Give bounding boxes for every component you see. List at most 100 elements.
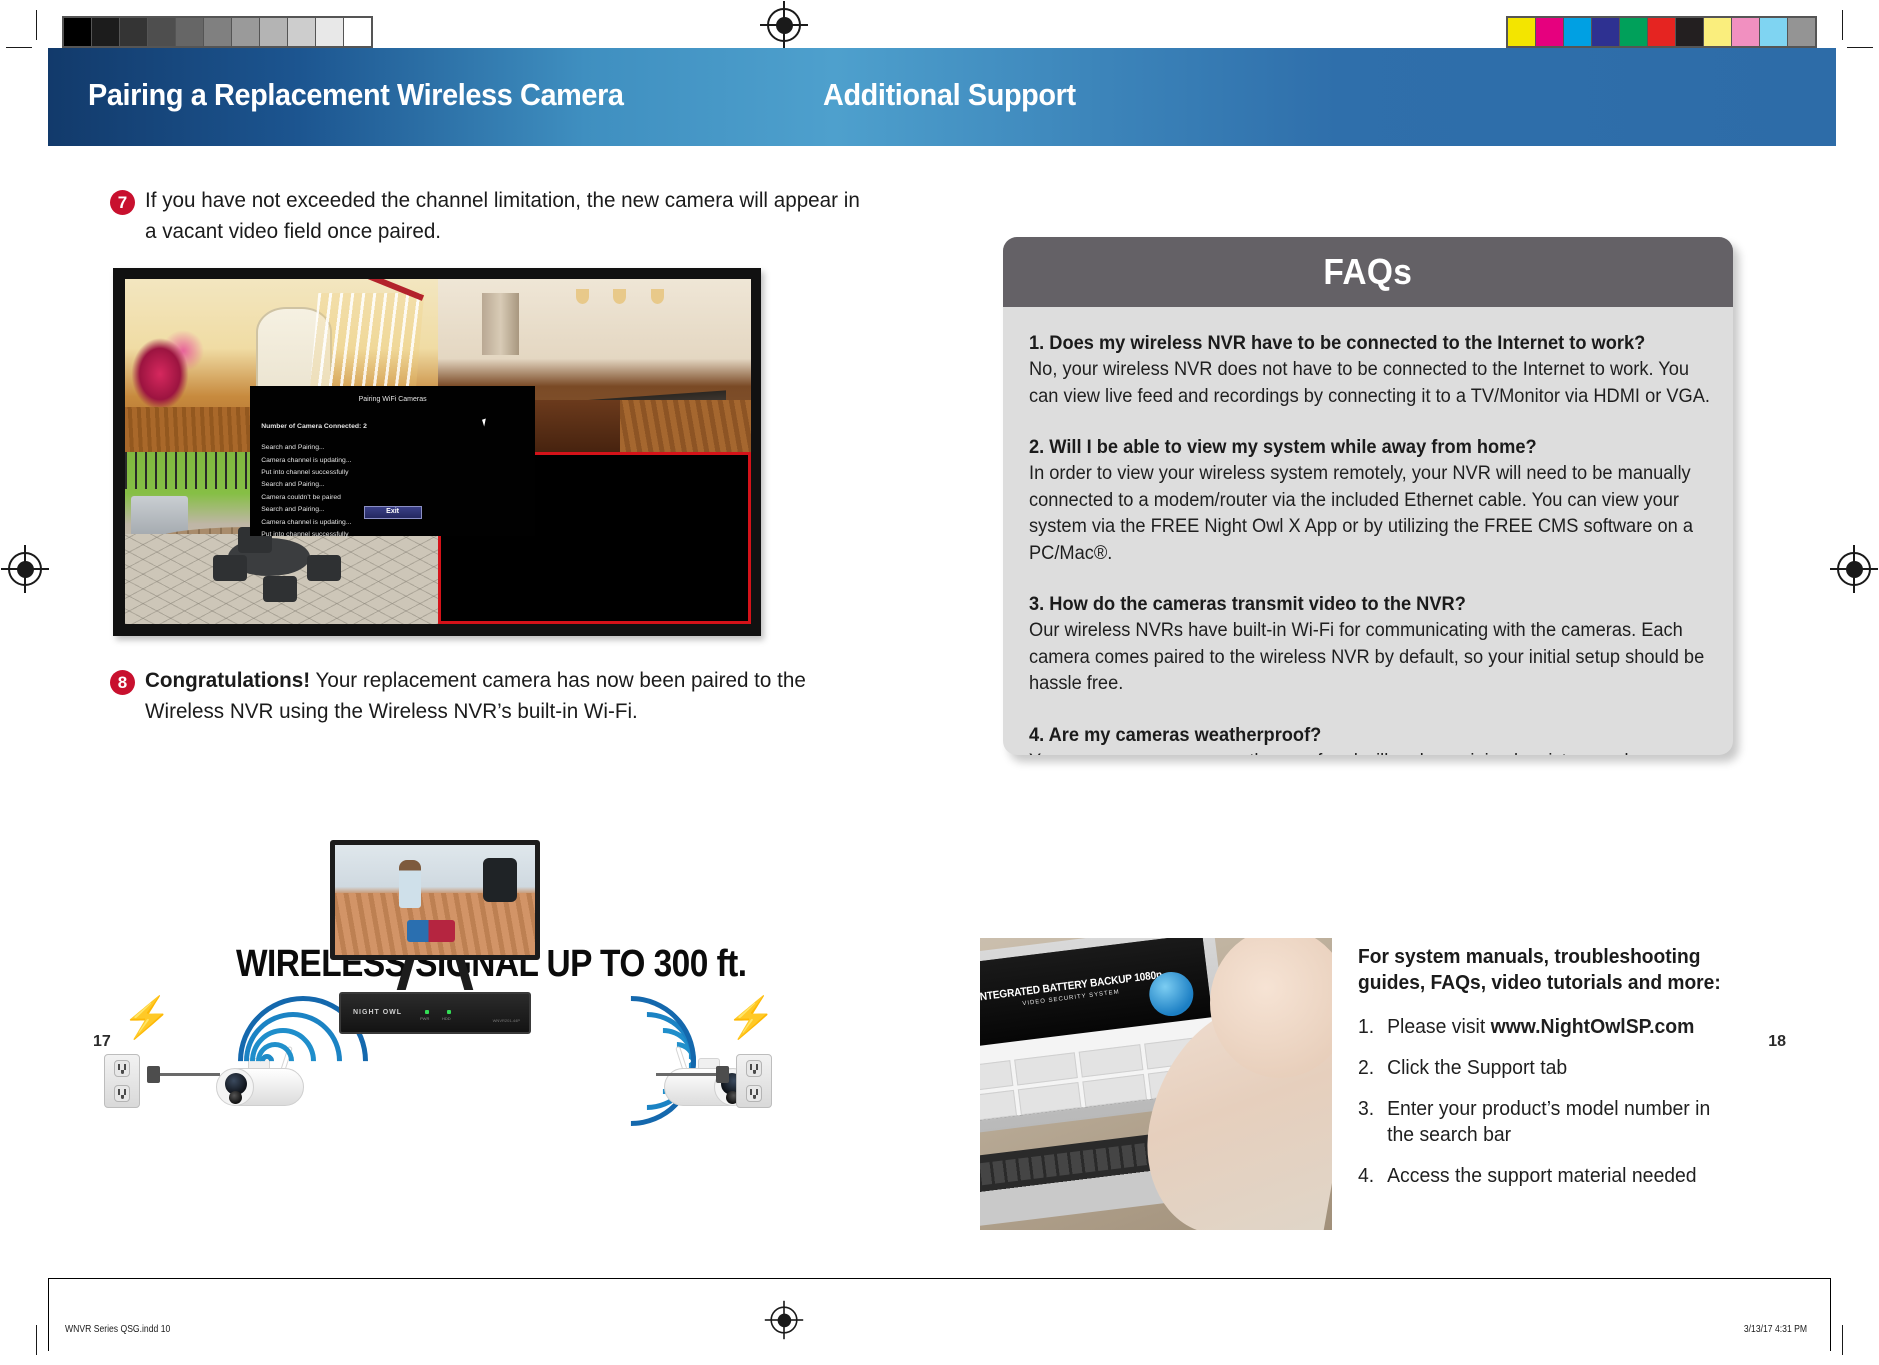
support-step-2: 2. Click the Support tab <box>1358 1055 1746 1081</box>
step-bold-lead: Congratulations! <box>145 668 311 692</box>
decor-person <box>399 860 421 909</box>
faq-question: 2. Will I be able to view my system whil… <box>1029 437 1537 458</box>
footer-left-rule <box>48 1279 49 1351</box>
camera-ir-sensor <box>229 1091 242 1104</box>
monitor-screen <box>330 840 540 960</box>
footer-divider <box>48 1278 1831 1279</box>
support-step-text: Click the Support tab <box>1387 1057 1568 1079</box>
wall-outlet-right <box>736 1054 772 1108</box>
log-line: Camera couldn’t be paired <box>261 493 341 501</box>
crop-mark-tr-h <box>1847 47 1873 48</box>
left-column-step8: 8 Congratulations! Your replacement came… <box>110 665 890 731</box>
monitor-live-image <box>335 845 535 955</box>
nvr-brand-logo: NIGHT OWL <box>353 1009 403 1016</box>
registration-target-top <box>760 1 808 49</box>
product-thumbnail <box>980 1089 1017 1124</box>
nvr-power-led <box>425 1010 429 1014</box>
support-step-number: 3. <box>1358 1098 1375 1120</box>
color-swatch <box>176 18 203 46</box>
faq-question: 4. Are my cameras weatherproof? <box>1029 724 1322 746</box>
color-swatch <box>204 18 231 46</box>
outlet-socket <box>114 1085 130 1102</box>
decor-cleaning-cart <box>407 919 455 942</box>
color-swatch <box>1508 18 1535 46</box>
faq-answer: Our wireless NVRs have built-in Wi-Fi fo… <box>1029 620 1705 694</box>
decor-patio-chair <box>212 555 248 581</box>
nvr-power-led-label: PWR <box>420 1016 430 1021</box>
grayscale-color-bar <box>62 16 373 48</box>
decor-patio-chair <box>262 575 298 602</box>
product-thumbnail <box>1078 1043 1143 1078</box>
support-heading: For system manuals, troubleshooting guid… <box>1358 946 1721 994</box>
support-step-text: Please visit www.NightOwlSP.com <box>1387 1014 1694 1040</box>
faq-card-header: FAQs <box>1003 237 1733 307</box>
support-link[interactable]: www.NightOwlSP.com <box>1491 1016 1695 1038</box>
power-cord-left <box>154 1073 220 1076</box>
faq-answer: In order to view your wireless system re… <box>1029 463 1693 564</box>
support-website-photo: INTEGRATED BATTERY BACKUP 1080p VIDEO SE… <box>980 938 1332 1230</box>
pairing-log-list: Search and Pairing... Camera channel is … <box>261 442 535 541</box>
decor-range-hood <box>481 292 520 355</box>
power-cord-right <box>656 1073 722 1076</box>
log-line: Camera channel is updating... <box>261 456 352 464</box>
support-step-3: 3. Enter your product’s model number in … <box>1358 1096 1746 1148</box>
footer-right-rule <box>1830 1279 1831 1351</box>
decor-patio-chair <box>306 555 341 581</box>
process-color-bar <box>1506 16 1817 48</box>
left-column: 7 If you have not exceeded the channel l… <box>110 185 890 251</box>
outlet-socket <box>746 1085 762 1102</box>
registration-target-left <box>1 545 49 593</box>
support-step-text: Enter your product’s model number in the… <box>1387 1098 1711 1146</box>
support-step-number: 4. <box>1358 1165 1375 1187</box>
exit-button[interactable]: Exit <box>363 506 422 519</box>
faq-heading: FAQs <box>1323 251 1413 292</box>
monitor-and-nvr: NIGHT OWL PWR HDD WNVR201-44P <box>330 840 540 1034</box>
support-instructions: For system manuals, troubleshooting guid… <box>1358 944 1758 1204</box>
support-step-text: Access the support material needed <box>1387 1165 1697 1187</box>
color-swatch <box>260 18 287 46</box>
registration-dot <box>16 560 34 578</box>
crop-mark-bl-v <box>36 1325 37 1355</box>
color-swatch <box>316 18 343 46</box>
instruction-step-7: 7 If you have not exceeded the channel l… <box>110 185 890 247</box>
color-swatch <box>232 18 259 46</box>
registration-dot <box>777 1313 791 1327</box>
decor-pendant-lamp <box>613 289 627 305</box>
step-text: Congratulations! Your replacement camera… <box>145 665 860 727</box>
faq-answer: Yes, your cameras are weatherproof and w… <box>1029 749 1713 756</box>
crop-mark-br-v <box>1842 1325 1843 1355</box>
registration-target-bottom <box>764 1300 804 1340</box>
nvr-hdd-led <box>447 1010 451 1014</box>
product-thumbnail <box>1017 1081 1082 1116</box>
footer-filename: WNVR Series QSG.indd 10 <box>65 1323 171 1335</box>
pairing-wifi-cameras-dialog: Pairing WiFi Cameras Number of Camera Co… <box>250 385 536 538</box>
color-swatch <box>1648 18 1675 46</box>
faq-item: 3. How do the cameras transmit video to … <box>1029 592 1707 698</box>
decor-pendant-lamp <box>575 289 589 305</box>
color-swatch <box>64 18 91 46</box>
power-plug-right <box>716 1066 729 1083</box>
step-text: If you have not exceeded the channel lim… <box>145 188 860 243</box>
outlet-socket <box>114 1060 130 1077</box>
color-swatch <box>1788 18 1815 46</box>
faq-card: FAQs 1. Does my wireless NVR have to be … <box>1003 237 1733 755</box>
color-swatch <box>288 18 315 46</box>
dialog-title: Pairing WiFi Cameras <box>358 395 427 403</box>
page-title-left: Pairing a Replacement Wireless Camera <box>88 77 624 112</box>
support-step-number: 1. <box>1358 1016 1375 1038</box>
color-swatch <box>1760 18 1787 46</box>
step-number-badge: 8 <box>110 670 135 695</box>
crop-mark-tl-v <box>36 10 37 40</box>
product-thumbnail <box>980 1059 1013 1094</box>
color-swatch <box>1704 18 1731 46</box>
support-step-number: 2. <box>1358 1057 1375 1079</box>
faq-item: 1. Does my wireless NVR have to be conne… <box>1029 331 1710 410</box>
product-thumbnail <box>1013 1051 1078 1086</box>
page-header-band: Pairing a Replacement Wireless Camera Ad… <box>48 48 1836 146</box>
wall-outlet-left <box>104 1054 140 1108</box>
decor-iron-fence <box>125 451 269 490</box>
color-swatch <box>120 18 147 46</box>
color-swatch <box>92 18 119 46</box>
faq-question: 1. Does my wireless NVR have to be conne… <box>1029 333 1646 354</box>
color-swatch <box>1620 18 1647 46</box>
